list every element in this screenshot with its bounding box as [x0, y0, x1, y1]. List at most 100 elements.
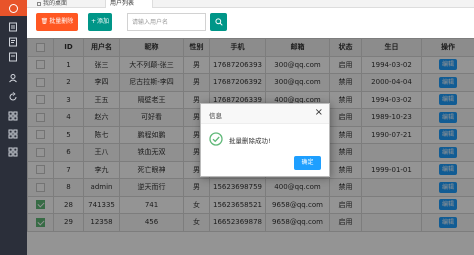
table-row[interactable]: 8 admin 逆天而行男 15623698759 400@qq.com 禁用 编辑 [27, 178, 474, 197]
cell-gender: 男 [183, 55, 210, 74]
cell-id: 3 [53, 90, 84, 109]
row-checkbox[interactable] [36, 112, 45, 122]
edit-button[interactable]: 编辑 [438, 216, 457, 228]
row-select-cell[interactable] [27, 178, 54, 197]
add-button[interactable]: +添加 [88, 13, 112, 31]
cell-username: 赵六 [83, 108, 120, 127]
row-checkbox[interactable] [36, 217, 45, 227]
row-select-cell[interactable] [27, 55, 54, 74]
header-id[interactable]: ID [53, 38, 84, 57]
row-select-cell[interactable] [27, 143, 54, 162]
edit-button[interactable]: 编辑 [438, 199, 457, 211]
cell-birthday: 1994-03-02 [361, 55, 422, 74]
cell-username: 12358 [83, 213, 120, 232]
row-checkbox[interactable] [36, 95, 45, 105]
cell-actions: 编辑 [421, 108, 474, 127]
cell-status: 禁用 [329, 160, 362, 179]
edit-button[interactable]: 编辑 [438, 94, 457, 106]
row-select-cell[interactable] [27, 108, 54, 127]
header-select-all[interactable] [27, 38, 54, 57]
tab-bar: 我的桌面 用户列表 [27, 0, 474, 8]
select-all-checkbox[interactable] [36, 42, 45, 52]
cell-id: 7 [53, 160, 84, 179]
tab-desktop[interactable]: 我的桌面 [33, 0, 71, 8]
cell-id: 8 [53, 178, 84, 197]
sidebar [0, 0, 27, 255]
row-checkbox[interactable] [36, 60, 45, 70]
row-checkbox[interactable] [36, 130, 45, 140]
header-nickname[interactable]: 昵称 [119, 38, 184, 57]
cell-actions: 编辑 [421, 73, 474, 92]
bulk-delete-label: 批量删除 [49, 18, 74, 25]
header-username[interactable]: 用户名 [83, 38, 120, 57]
table-row[interactable]: 28 741335 741 女 15623658521 9658@qq.com 启用 编辑 [27, 195, 474, 214]
cell-nickname: 死亡眼神 [119, 160, 184, 179]
edit-button[interactable]: 编辑 [438, 111, 457, 123]
row-checkbox[interactable] [36, 182, 45, 192]
info-dialog: 信息 × 批量删除成功! 确定 [200, 103, 330, 177]
header-email[interactable]: 邮箱 [265, 38, 330, 57]
row-select-cell[interactable] [27, 195, 54, 214]
row-select-cell[interactable] [27, 90, 54, 109]
row-select-cell[interactable] [27, 73, 54, 92]
row-select-cell[interactable] [27, 213, 54, 232]
edit-button[interactable]: 编辑 [438, 59, 457, 71]
list-icon[interactable] [8, 52, 18, 62]
refresh-icon[interactable] [8, 92, 18, 102]
header-actions: 操作 [421, 38, 474, 57]
table-row[interactable]: 29 12358 456 女 16652369878 9658@qq.com 启用 编辑 [27, 213, 474, 232]
document-icon[interactable] [8, 22, 18, 32]
cell-id: 4 [53, 108, 84, 127]
cell-status: 启用 [329, 213, 362, 232]
edit-button[interactable]: 编辑 [438, 181, 457, 193]
tab-user-list[interactable]: 用户列表 [105, 0, 153, 8]
dialog-header: 信息 × [201, 104, 329, 124]
close-icon[interactable]: × [315, 107, 323, 119]
cell-email: 9658@qq.com [265, 213, 330, 232]
tab-label: 用户列表 [110, 0, 135, 7]
edit-button[interactable]: 编辑 [438, 129, 457, 141]
row-checkbox[interactable] [36, 200, 45, 210]
cell-nickname: 隔壁老王 [119, 90, 184, 109]
header-gender[interactable]: 性别 [183, 38, 210, 57]
row-select-cell[interactable] [27, 125, 54, 144]
row-checkbox[interactable] [36, 165, 45, 175]
cell-phone: 17687206393 [209, 55, 266, 74]
edit-button[interactable]: 编辑 [438, 164, 457, 176]
header-status[interactable]: 状态 [329, 38, 362, 57]
user-icon[interactable] [8, 73, 18, 83]
cell-status: 禁用 [329, 90, 362, 109]
edit-button[interactable]: 编辑 [438, 76, 457, 88]
cell-actions: 编辑 [421, 213, 474, 232]
row-checkbox[interactable] [36, 147, 45, 157]
form-icon[interactable] [8, 37, 18, 47]
cell-email: 300@qq.com [265, 55, 330, 74]
apps-icon[interactable] [8, 129, 18, 139]
dialog-title: 信息 [209, 112, 222, 120]
toolbar: 🗑批量删除 +添加 [27, 8, 474, 36]
row-checkbox[interactable] [36, 77, 45, 87]
cell-nickname: 鹏程如鹏 [119, 125, 184, 144]
username-search-input[interactable] [127, 13, 206, 31]
cell-gender: 男 [183, 73, 210, 92]
table-header-row: ID 用户名 昵称 性别 手机 邮箱 状态 生日 操作 [27, 38, 474, 57]
table-row[interactable]: 1 张三 大不列颠-张三男 17687206393 300@qq.com 启用 1994-0… [27, 55, 474, 74]
cell-username: admin [83, 178, 120, 197]
cell-nickname: 尼古拉斯-李四 [119, 73, 184, 92]
row-select-cell[interactable] [27, 160, 54, 179]
header-birthday[interactable]: 生日 [361, 38, 422, 57]
cell-birthday [361, 143, 422, 162]
modules-icon[interactable] [8, 147, 18, 157]
bulk-delete-button[interactable]: 🗑批量删除 [36, 13, 78, 31]
cell-id: 28 [53, 195, 84, 214]
search-button[interactable] [210, 13, 227, 31]
edit-button[interactable]: 编辑 [438, 146, 457, 158]
table-row[interactable]: 2 李四 尼古拉斯-李四男 17687206392 300@qq.com 禁用 2000-0… [27, 73, 474, 92]
header-phone[interactable]: 手机 [209, 38, 266, 57]
cell-username: 李九 [83, 160, 120, 179]
cell-birthday: 1990-07-21 [361, 125, 422, 144]
grid-icon[interactable] [8, 111, 18, 121]
confirm-button[interactable]: 确定 [294, 156, 321, 170]
cell-phone: 15623698759 [209, 178, 266, 197]
cell-username: 陈七 [83, 125, 120, 144]
